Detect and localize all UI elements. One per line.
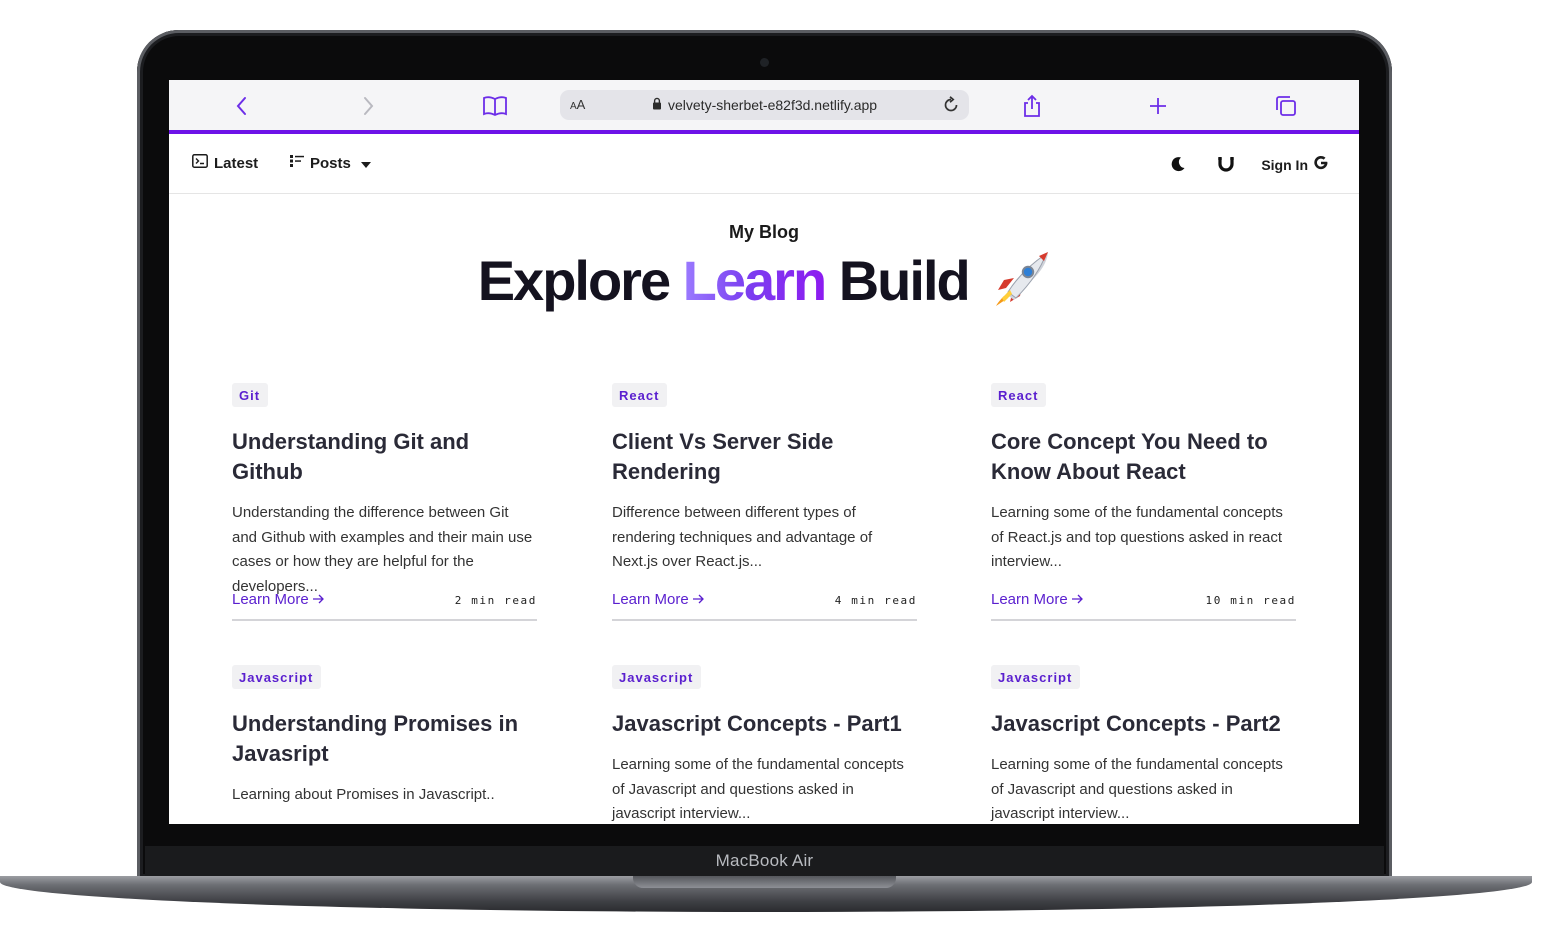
learn-more-label: Learn More xyxy=(232,591,309,608)
post-card[interactable]: Git Understanding Git and Github Underst… xyxy=(232,383,537,621)
post-tag[interactable]: React xyxy=(612,383,668,407)
post-title[interactable]: Understanding Git and Github xyxy=(232,427,537,487)
arrow-right-icon xyxy=(312,591,325,608)
read-time: 2 min read xyxy=(454,594,537,607)
post-tag[interactable]: Git xyxy=(232,383,269,407)
post-title[interactable]: Javascript Concepts - Part1 xyxy=(612,709,917,739)
post-footer: Learn More 2 min read xyxy=(232,591,537,621)
laptop-notch xyxy=(633,876,896,888)
hero-title: Explore Learn Build xyxy=(169,248,1359,321)
post-description: Learning some of the fundamental concept… xyxy=(991,756,1283,822)
browser-toolbar: AA velvety-sherbet-e82f3d.netlify.app xyxy=(169,80,1359,134)
magnet-icon[interactable] xyxy=(1216,154,1236,174)
reload-icon[interactable] xyxy=(939,93,963,117)
read-time: 10 min read xyxy=(1205,594,1296,607)
site-nav: Latest Posts Sign In xyxy=(169,134,1359,194)
post-description: Difference between different types of re… xyxy=(612,504,873,570)
arrow-right-icon xyxy=(1071,591,1084,608)
reader-aa-button[interactable]: AA xyxy=(570,97,585,112)
camera xyxy=(760,58,769,67)
moon-icon[interactable] xyxy=(1168,154,1188,174)
nav-posts-dropdown[interactable]: Posts xyxy=(290,154,371,172)
learn-more-link[interactable]: Learn More xyxy=(991,591,1084,608)
post-card[interactable]: React Client Vs Server Side Rendering Di… xyxy=(612,383,917,621)
hero-word-build: Build xyxy=(838,249,971,312)
arrow-right-icon xyxy=(692,591,705,608)
learn-more-link[interactable]: Learn More xyxy=(232,591,325,608)
learn-more-label: Learn More xyxy=(612,591,689,608)
caret-down-icon xyxy=(360,155,371,172)
post-card[interactable]: Javascript Javascript Concepts - Part1 L… xyxy=(612,665,917,824)
read-time: 4 min read xyxy=(834,594,917,607)
rocket-icon xyxy=(992,250,1050,321)
list-icon xyxy=(290,154,304,172)
url-display: velvety-sherbet-e82f3d.netlify.app xyxy=(652,97,877,113)
screen: AA velvety-sherbet-e82f3d.netlify.app La… xyxy=(169,80,1359,824)
post-title[interactable]: Core Concept You Need to Know About Reac… xyxy=(991,427,1296,487)
post-description: Learning about Promises in Javascript.. xyxy=(232,786,495,803)
forward-icon[interactable] xyxy=(354,92,382,120)
url-text: velvety-sherbet-e82f3d.netlify.app xyxy=(668,97,878,113)
post-card[interactable]: React Core Concept You Need to Know Abou… xyxy=(991,383,1296,621)
post-description: Learning some of the fundamental concept… xyxy=(991,504,1283,570)
new-tab-icon[interactable] xyxy=(1144,92,1172,120)
address-bar[interactable]: AA velvety-sherbet-e82f3d.netlify.app xyxy=(560,90,969,120)
back-icon[interactable] xyxy=(228,92,256,120)
learn-more-link[interactable]: Learn More xyxy=(612,591,705,608)
device-label: MacBook Air xyxy=(715,851,814,870)
sign-in-label: Sign In xyxy=(1261,156,1308,173)
post-description: Understanding the difference between Git… xyxy=(232,504,533,595)
post-tag[interactable]: React xyxy=(991,383,1047,407)
post-description: Learning some of the fundamental concept… xyxy=(612,756,904,822)
post-tag[interactable]: Javascript xyxy=(991,665,1081,689)
bookmarks-icon[interactable] xyxy=(481,92,509,120)
share-icon[interactable] xyxy=(1018,92,1046,120)
hero-word-learn: Learn xyxy=(682,249,827,312)
post-tag[interactable]: Javascript xyxy=(232,665,322,689)
sign-in-button[interactable]: Sign In xyxy=(1261,155,1329,174)
post-footer: Learn More 4 min read xyxy=(612,591,917,621)
nav-latest[interactable]: Latest xyxy=(192,154,258,172)
learn-more-label: Learn More xyxy=(991,591,1068,608)
post-card[interactable]: Javascript Javascript Concepts - Part2 L… xyxy=(991,665,1296,824)
nav-latest-label: Latest xyxy=(214,154,259,172)
google-icon xyxy=(1313,155,1329,174)
laptop-chin: MacBook Air xyxy=(145,846,1384,878)
post-title[interactable]: Client Vs Server Side Rendering xyxy=(612,427,917,487)
hero-word-explore: Explore xyxy=(477,249,671,312)
post-card[interactable]: Javascript Understanding Promises in Jav… xyxy=(232,665,537,808)
post-title[interactable]: Javascript Concepts - Part2 xyxy=(991,709,1296,739)
blog-subtitle: My Blog xyxy=(729,222,799,242)
tabs-icon[interactable] xyxy=(1272,92,1300,120)
terminal-icon xyxy=(192,154,208,172)
nav-posts-label: Posts xyxy=(310,154,351,172)
post-footer: Learn More 10 min read xyxy=(991,591,1296,621)
post-tag[interactable]: Javascript xyxy=(612,665,702,689)
lock-icon xyxy=(652,97,662,113)
post-title[interactable]: Understanding Promises in Javasript xyxy=(232,709,537,769)
